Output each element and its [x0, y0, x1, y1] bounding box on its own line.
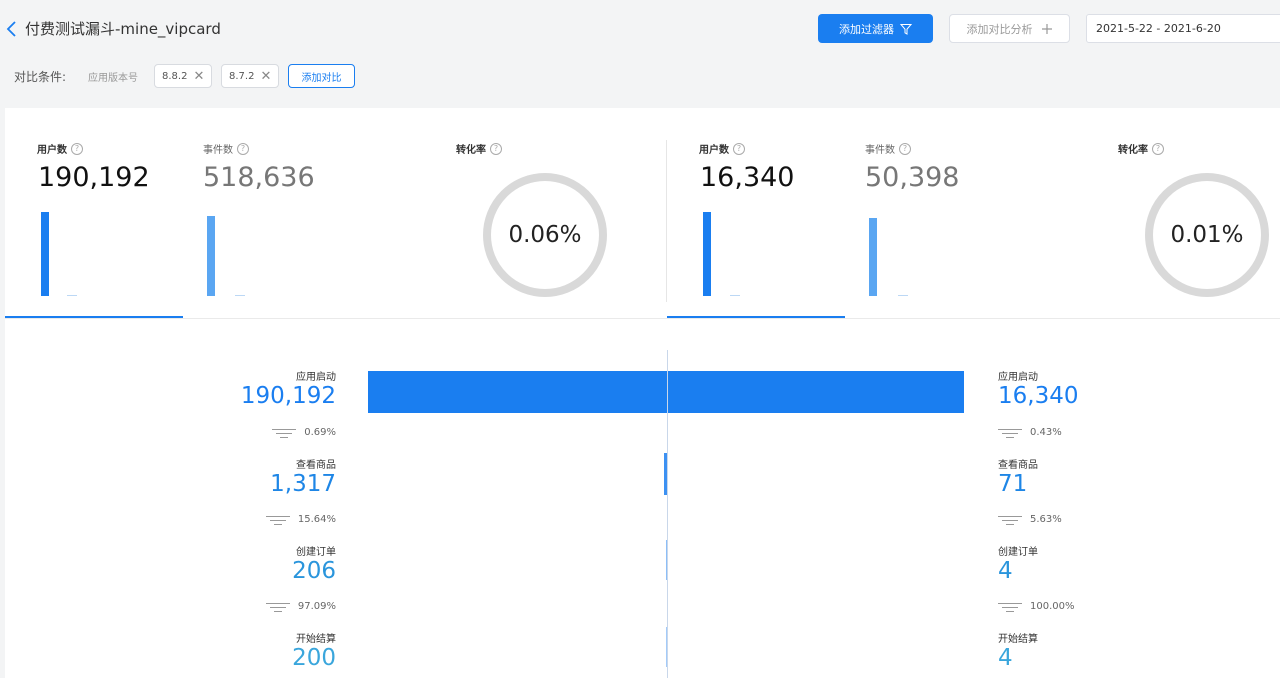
- funnel-bar-right-stage-1[interactable]: [668, 371, 964, 413]
- funnel-rate-value: 5.63%: [1030, 514, 1062, 525]
- section-divider: [5, 318, 1280, 319]
- funnel-stage-label-left-4: 开始结算: [296, 634, 336, 645]
- funnel-bar-left-stage-3[interactable]: [666, 540, 667, 580]
- users-label: 用户数: [37, 145, 67, 156]
- compare-tag-label: 8.8.2: [162, 70, 188, 82]
- add-filter-button[interactable]: 添加过滤器: [818, 14, 933, 43]
- date-range-picker[interactable]: 2021-5-22 - 2021-6-20: [1086, 14, 1280, 43]
- help-circle-icon[interactable]: ?: [71, 142, 83, 155]
- funnel-stage-label-left-1: 应用启动: [296, 372, 336, 383]
- events-metric-left[interactable]: 事件数 ?: [203, 141, 249, 156]
- funnel-stage-label-left-2: 查看商品: [296, 460, 336, 471]
- funnel-rate-left-3: 97.09%: [265, 601, 336, 612]
- add-compare-button[interactable]: 添加对比: [288, 64, 355, 88]
- funnel-rate-value: 100.00%: [1030, 601, 1075, 612]
- funnel-stage-label-left-3: 创建订单: [296, 547, 336, 558]
- users-sparkbar-right: [703, 212, 711, 296]
- funnel-rate-right-3: 100.00%: [998, 601, 1075, 612]
- funnel-rate-right-1: 0.43%: [998, 427, 1062, 438]
- funnel-stage-value-right-4: 4: [998, 645, 1013, 671]
- funnel-stage-value-right-3: 4: [998, 558, 1013, 584]
- add-compare-analysis-button[interactable]: 添加对比分析: [949, 14, 1070, 43]
- funnel-rate-left-2: 15.64%: [265, 514, 336, 525]
- users-sparkbar-tail-right: [730, 295, 740, 296]
- compare-tag-version-2[interactable]: 8.7.2 ✕: [221, 64, 280, 88]
- users-metric-right[interactable]: 用户数 ?: [699, 141, 745, 156]
- close-icon[interactable]: ✕: [193, 70, 204, 83]
- conversion-label: 转化率: [456, 145, 486, 156]
- compare-condition-label: 对比条件:: [14, 70, 67, 84]
- conversion-ring-right: 0.01%: [1145, 173, 1269, 297]
- users-sparkbar-tail-left: [67, 295, 77, 296]
- conversion-ring-left: 0.06%: [483, 173, 607, 297]
- funnel-rate-value: 15.64%: [297, 514, 336, 525]
- add-compare-analysis-label: 添加对比分析: [966, 22, 1033, 36]
- funnel-stage-value-left-4: 200: [292, 645, 336, 671]
- users-value-right: 16,340: [700, 162, 795, 193]
- funnel-stage-label-right-3: 创建订单: [998, 547, 1038, 558]
- users-label: 用户数: [699, 145, 729, 156]
- funnel-lines-icon: [265, 515, 290, 525]
- compare-tag-version-1[interactable]: 8.8.2 ✕: [154, 64, 213, 88]
- compare-tag-label: 8.7.2: [229, 70, 255, 82]
- panel-divider: [666, 140, 667, 302]
- help-circle-icon[interactable]: ?: [490, 142, 502, 155]
- add-filter-label: 添加过滤器: [839, 22, 894, 36]
- events-sparkbar-tail-right: [898, 295, 908, 296]
- conversion-metric-left[interactable]: 转化率 ?: [456, 141, 502, 156]
- funnel-stage-value-right-2: 71: [998, 471, 1028, 497]
- funnel-lines-icon: [998, 428, 1022, 438]
- events-sparkbar-tail-left: [235, 295, 245, 296]
- plus-icon: [1041, 23, 1052, 34]
- compare-dimension-label: 应用版本号: [88, 73, 138, 84]
- funnel-lines-icon: [998, 602, 1022, 612]
- help-circle-icon[interactable]: ?: [1152, 142, 1164, 155]
- funnel-bar-left-stage-2[interactable]: [664, 453, 667, 495]
- funnel-lines-icon: [272, 428, 297, 438]
- funnel-stage-value-left-2: 1,317: [270, 471, 336, 497]
- funnel-stage-label-right-2: 查看商品: [998, 460, 1038, 471]
- conversion-metric-right[interactable]: 转化率 ?: [1118, 141, 1164, 156]
- page-title: 付费测试漏斗-mine_vipcard: [25, 20, 221, 38]
- help-circle-icon[interactable]: ?: [237, 142, 249, 155]
- funnel-rate-left-1: 0.69%: [272, 427, 336, 438]
- events-label: 事件数: [865, 145, 895, 156]
- page-header: 付费测试漏斗-mine_vipcard 添加过滤器 添加对比分析 2021-5-…: [0, 0, 1280, 108]
- chevron-left-icon[interactable]: [4, 17, 20, 41]
- funnel-stage-label-right-1: 应用启动: [998, 372, 1038, 383]
- funnel-rate-value: 0.69%: [304, 427, 336, 438]
- funnel-stage-value-left-1: 190,192: [240, 383, 336, 409]
- users-value-left: 190,192: [38, 162, 150, 193]
- funnel-lines-icon: [998, 515, 1022, 525]
- events-sparkbar-right: [869, 218, 877, 296]
- funnel-bar-left-stage-4[interactable]: [666, 627, 667, 667]
- conversion-label: 转化率: [1118, 145, 1148, 156]
- funnel-lines-icon: [265, 602, 290, 612]
- users-metric-left[interactable]: 用户数 ?: [37, 141, 83, 156]
- filter-icon: [900, 23, 912, 35]
- events-metric-right[interactable]: 事件数 ?: [865, 141, 911, 156]
- funnel-stage-value-left-3: 206: [292, 558, 336, 584]
- events-sparkbar-left: [207, 216, 215, 296]
- funnel-stage-value-right-1: 16,340: [998, 383, 1079, 409]
- users-sparkbar-left: [41, 212, 49, 296]
- events-value-left: 518,636: [203, 162, 315, 193]
- funnel-bar-left-stage-1[interactable]: [368, 371, 667, 413]
- help-circle-icon[interactable]: ?: [733, 142, 745, 155]
- funnel-rate-right-2: 5.63%: [998, 514, 1062, 525]
- close-icon[interactable]: ✕: [260, 70, 271, 83]
- funnel-stage-label-right-4: 开始结算: [998, 634, 1038, 645]
- help-circle-icon[interactable]: ?: [899, 142, 911, 155]
- conversion-value-left: 0.06%: [508, 222, 582, 248]
- funnel-rate-value: 0.43%: [1030, 427, 1062, 438]
- events-label: 事件数: [203, 145, 233, 156]
- funnel-rate-value: 97.09%: [297, 601, 336, 612]
- events-value-right: 50,398: [865, 162, 960, 193]
- conversion-value-right: 0.01%: [1170, 222, 1244, 248]
